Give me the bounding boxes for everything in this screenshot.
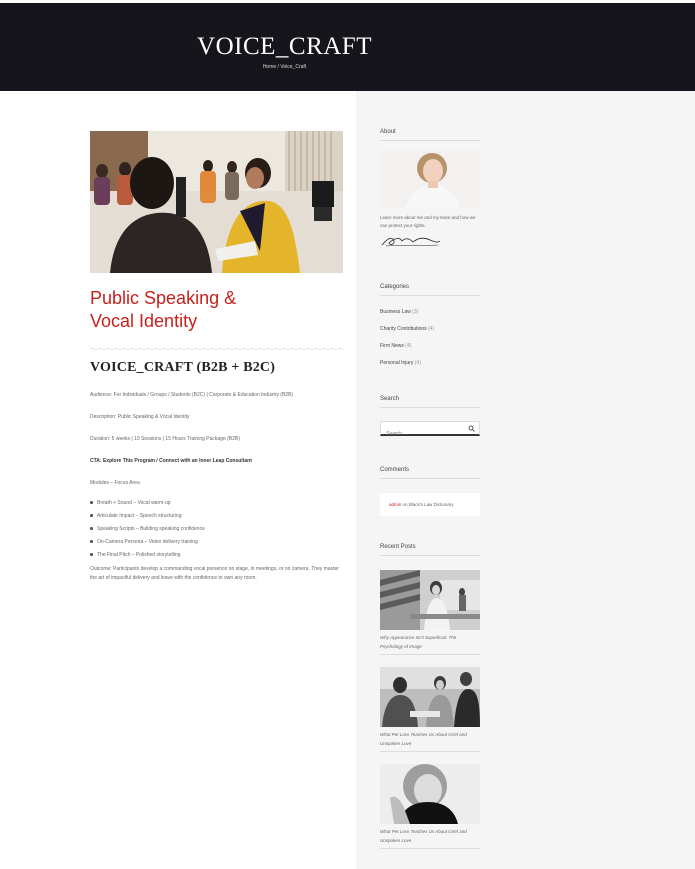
- recent-comment: admin on Black's Law Dictionary: [380, 493, 480, 516]
- category-label[interactable]: Personal Injury: [380, 360, 413, 366]
- category-item[interactable]: Personal Injury (4): [380, 360, 480, 366]
- category-label[interactable]: Firm News: [380, 343, 404, 349]
- recent-post[interactable]: What Pet Loss Teaches Us About Grief and…: [380, 667, 480, 752]
- category-label[interactable]: Charity Contributions: [380, 326, 427, 332]
- widget-title: Search: [380, 396, 480, 408]
- list-item: Breath + Sound – Vocal warm-up: [90, 500, 343, 506]
- recent-post[interactable]: What Pet Loss Teaches Us About Grief and…: [380, 764, 480, 849]
- list-item: On-Camera Persona – Video delivery train…: [90, 539, 343, 545]
- list-item: Speaking Scripts – Building speaking con…: [90, 526, 343, 532]
- cta-text[interactable]: CTA: Explore This Program / Connect with…: [90, 458, 343, 464]
- post-title-line-2: Vocal Identity: [90, 311, 198, 331]
- category-item[interactable]: Firm News (4): [380, 343, 480, 349]
- recent-post-title[interactable]: Why Appearance Isn't Superficial: The Ps…: [380, 633, 480, 655]
- breadcrumb[interactable]: Home / Voice_Craft: [0, 64, 569, 70]
- audience-text: Audience: For Individuals / Groups / Stu…: [90, 392, 294, 398]
- categories-widget: Categories Business Law (3) Charity Cont…: [380, 284, 480, 377]
- smiling-woman-photo: [380, 764, 480, 824]
- search-input[interactable]: [381, 428, 467, 440]
- classroom-photo: [90, 131, 343, 273]
- wavy-divider: [89, 347, 347, 351]
- recent-post-title[interactable]: What Pet Loss Teaches Us About Grief and…: [380, 730, 480, 752]
- comment-post-link[interactable]: Black's Law Dictionary: [409, 502, 454, 507]
- woman-portrait-photo: [380, 151, 480, 208]
- about-portrait: [380, 151, 480, 208]
- search-widget: Search: [380, 396, 480, 440]
- about-text: Learn more about me and my team and how …: [380, 215, 476, 228]
- outcome-text: Outcome: Participants develop a commandi…: [90, 566, 339, 581]
- description-text: Description: Public Speaking & Vocal Ide…: [90, 414, 190, 420]
- recent-post-thumbnail[interactable]: [380, 570, 480, 630]
- site-title[interactable]: VOICE_CRAFT: [0, 33, 569, 61]
- search-box: [380, 421, 480, 440]
- duration-text: Duration: 5 weeks | 10 Sessions | 15 Hou…: [90, 436, 240, 442]
- recent-post-title[interactable]: What Pet Loss Teaches Us About Grief and…: [380, 827, 480, 849]
- widget-title: About: [380, 129, 480, 141]
- site-header: VOICE_CRAFT Home / Voice_Craft: [0, 0, 695, 91]
- search-icon[interactable]: [468, 425, 475, 432]
- list-item: The Final Pitch – Polished storytelling: [90, 552, 343, 558]
- comment-on: on: [402, 502, 408, 507]
- about-widget: About Learn more about me and my team an…: [380, 129, 480, 253]
- recent-posts-widget: Recent Posts Why Appearance Isn't Superf…: [380, 544, 480, 849]
- signature-icon: [381, 237, 441, 247]
- comment-author[interactable]: admin: [389, 502, 401, 507]
- recent-post-thumbnail[interactable]: [380, 764, 480, 824]
- category-item[interactable]: Charity Contributions (4): [380, 326, 480, 332]
- category-item[interactable]: Business Law (3): [380, 309, 480, 315]
- office-woman-photo: [380, 570, 480, 630]
- post-subheading: VOICE_CRAFT (B2B + B2C): [90, 360, 276, 375]
- modules-list: Breath + Sound – Vocal warm-up Articulat…: [90, 500, 343, 558]
- post-content: Public Speaking & Vocal Identity VOICE_C…: [89, 131, 347, 583]
- post-hero-image: [90, 131, 343, 273]
- business-meeting-photo: [380, 667, 480, 727]
- post-title-line-1: Public Speaking &: [90, 288, 237, 308]
- recent-post-thumbnail[interactable]: [380, 667, 480, 727]
- modules-heading: Modules – Focus Area: [90, 480, 140, 486]
- category-count: (3): [412, 309, 419, 315]
- widget-title: Categories: [380, 284, 480, 296]
- post-title: Public Speaking & Vocal Identity: [90, 287, 280, 333]
- widget-title: Comments: [380, 467, 480, 479]
- widget-title: Recent Posts: [380, 544, 480, 556]
- list-item: Articulate Impact – Speech structuring: [90, 513, 343, 519]
- category-count: (4): [414, 360, 421, 366]
- category-label[interactable]: Business Law: [380, 309, 411, 315]
- recent-post[interactable]: Why Appearance Isn't Superficial: The Ps…: [380, 570, 480, 655]
- category-count: (4): [428, 326, 435, 332]
- comments-widget: Comments admin on Black's Law Dictionary: [380, 467, 480, 516]
- category-count: (4): [405, 343, 412, 349]
